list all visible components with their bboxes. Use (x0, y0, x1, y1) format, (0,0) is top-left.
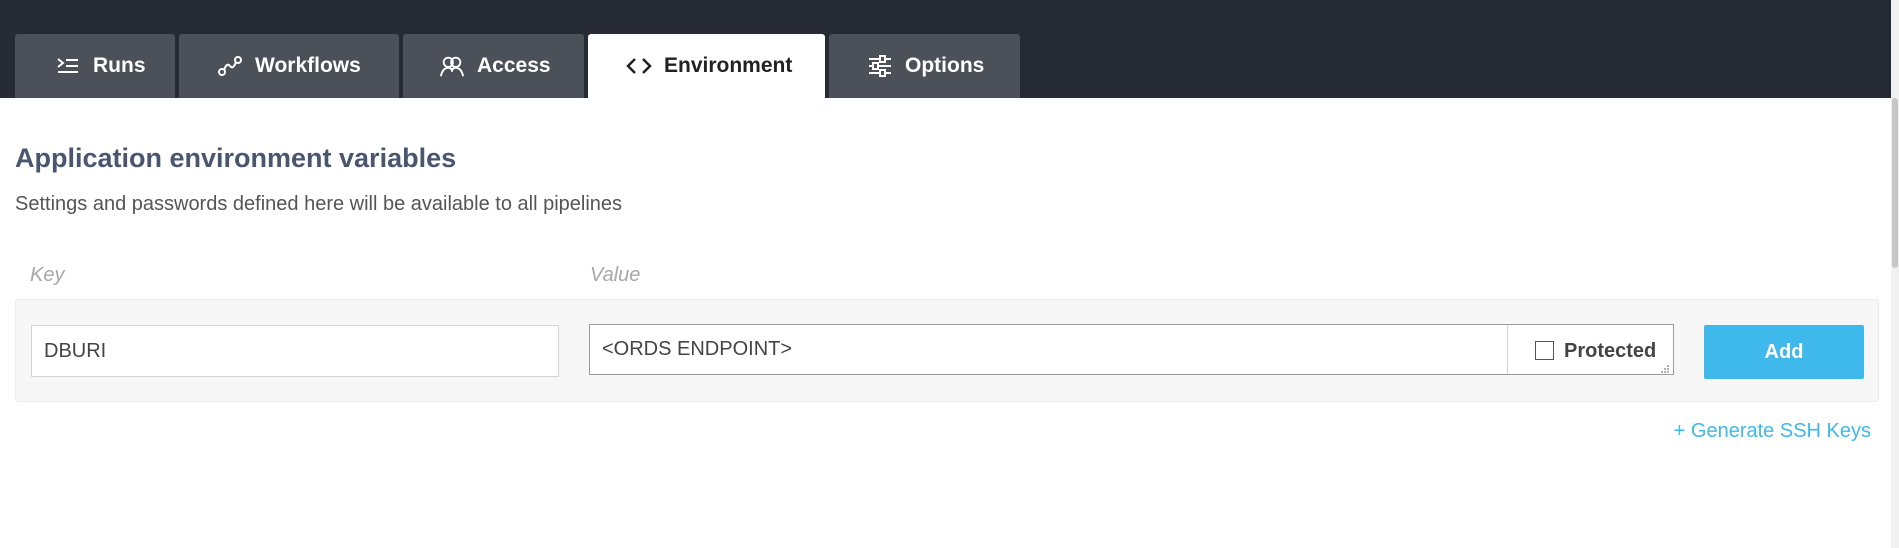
tab-runs-label: Runs (93, 54, 146, 77)
vertical-scrollbar[interactable] (1891, 0, 1899, 548)
page-title: Application environment variables (15, 143, 457, 173)
protected-label: Protected (1564, 339, 1657, 362)
runs-list-icon (55, 53, 81, 79)
protected-toggle[interactable]: Protected (1507, 325, 1673, 374)
access-users-icon (439, 53, 465, 79)
tab-access[interactable]: Access (403, 34, 584, 98)
generate-ssh-keys-link[interactable]: + Generate SSH Keys (1674, 420, 1871, 443)
page-subtitle: Settings and passwords defined here will… (15, 193, 623, 215)
options-sliders-icon (867, 53, 893, 79)
tab-bar: Runs Workflows Access Environment Option… (15, 34, 1020, 98)
tab-access-label: Access (477, 54, 551, 77)
tab-options-label: Options (905, 54, 985, 77)
key-input[interactable] (31, 325, 559, 377)
protected-checkbox[interactable] (1535, 341, 1554, 360)
value-field-group: Protected (589, 324, 1674, 375)
workflows-link-icon (217, 53, 243, 79)
tab-options[interactable]: Options (829, 34, 1020, 98)
add-button[interactable]: Add (1704, 325, 1864, 379)
tab-runs[interactable]: Runs (15, 34, 175, 98)
tab-environment-label: Environment (664, 54, 793, 77)
resize-grip-icon[interactable] (1660, 361, 1670, 373)
scrollbar-thumb[interactable] (1892, 98, 1898, 268)
code-brackets-icon (626, 53, 652, 79)
tab-environment[interactable]: Environment (588, 34, 825, 98)
top-navigation-bar: Runs Workflows Access Environment Option… (0, 0, 1899, 98)
key-column-label: Key (30, 264, 65, 286)
tab-workflows[interactable]: Workflows (179, 34, 399, 98)
value-column-label: Value (590, 264, 641, 286)
value-input[interactable] (590, 325, 1507, 374)
tab-workflows-label: Workflows (255, 54, 361, 77)
